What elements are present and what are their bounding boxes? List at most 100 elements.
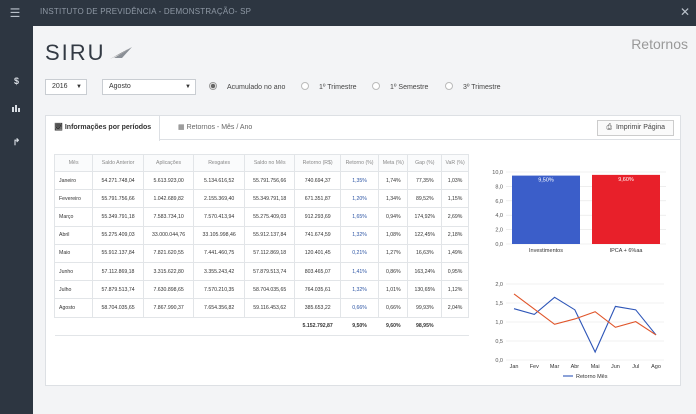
table-cell: 1,74% — [378, 170, 409, 191]
y-tick-label: 2,0 — [495, 282, 503, 288]
bar-value-label: 9,50% — [538, 178, 554, 184]
x-tick-label: Mar — [550, 364, 560, 370]
table-cell: 7.867.990,37 — [142, 298, 195, 318]
table-cell: 55.349.791,18 — [92, 207, 144, 227]
x-tick-label: Jan — [510, 364, 519, 370]
table-cell: 1.042.689,82 — [142, 189, 195, 209]
table-cell: 58.704.035,65 — [92, 298, 144, 318]
table-cell: 16,63% — [407, 243, 443, 263]
month-select[interactable]: Agosto ▼ — [102, 79, 196, 95]
x-category-label: IPCA + 6%aa — [610, 248, 644, 254]
table-cell: 7.441.460,75 — [193, 243, 245, 263]
table-row: Janeiro 54.271.748,04 5.613.923,00 5.134.61… — [53, 170, 469, 191]
share-icon[interactable]: ↱ — [0, 137, 33, 148]
table-cell: 2,18% — [441, 225, 469, 245]
table-cell: 1,12% — [441, 280, 469, 300]
table-cell: 803.465,07 — [294, 261, 341, 282]
radio-1-trimestre[interactable]: 1º Trimestre — [301, 82, 357, 91]
page-title: Retornos — [631, 36, 688, 52]
total-cell — [441, 316, 469, 336]
radio-3-trimestre[interactable]: 3º Trimestre — [445, 82, 501, 91]
radio-acumulado[interactable]: Acumulado no ano — [209, 82, 285, 91]
y-tick-label: 0,5 — [495, 339, 503, 345]
y-tick-label: 1,0 — [495, 320, 503, 326]
column-header: Aplicações — [142, 154, 195, 172]
radio-dot[interactable] — [301, 82, 309, 90]
bar-value-label: 9,60% — [618, 177, 634, 183]
table-cell: 2.155.369,40 — [193, 189, 245, 209]
table-cell: 55.275.409,03 — [243, 207, 296, 227]
y-tick-label: 0,0 — [495, 242, 503, 248]
bar-chart: 0,0 2,0 4,0 6,0 8,0 10,0 9,50% Investimentos 9,6… — [492, 170, 666, 254]
bar — [592, 174, 660, 244]
year-select[interactable]: 2016 ▼ — [45, 79, 87, 95]
totals-row: 5.152.792,87 9,50% 9,60% 98,95% — [54, 316, 469, 336]
table-cell: 1,49% — [441, 243, 469, 263]
table-cell: 89,52% — [407, 189, 443, 209]
table-row: Julho 57.879.513,74 7.630.898,65 7.570.210,… — [53, 280, 469, 300]
table-cell: 55.912.137,84 — [92, 243, 144, 263]
table-cell: 5.134.616,52 — [193, 170, 245, 191]
table-cell: 740.694,37 — [294, 170, 341, 191]
table-cell: 54.271.748,04 — [92, 170, 144, 191]
radio-1-semestre[interactable]: 1º Semestre — [372, 82, 428, 91]
table-cell: 57.879.513,74 — [243, 261, 296, 282]
total-cell: 9,50% — [340, 316, 379, 336]
y-tick-label: 10,0 — [492, 170, 503, 176]
tab-informacoes-periodos[interactable]: 📈︎ Informações por períodos — [46, 116, 161, 141]
x-tick-label: Abr — [571, 364, 580, 370]
total-cell — [92, 316, 144, 336]
table-cell: 0,94% — [378, 207, 409, 227]
print-button[interactable]: ⎙ Imprimir Página — [597, 120, 674, 136]
chevron-down-icon: ▼ — [185, 84, 191, 90]
main-content: SIRU Retornos 2016 ▼ Agosto ▼ Acumulado no… — [33, 26, 696, 414]
results-card: 📈︎ Informações por períodos ▦ Retornos -… — [45, 115, 681, 386]
table-cell: 1,34% — [378, 189, 409, 209]
table-cell: 55.912.137,84 — [243, 225, 296, 245]
bar-chart-icon[interactable] — [0, 104, 33, 114]
column-header: Saldo Anterior — [92, 154, 144, 172]
table-cell: Agosto — [53, 298, 94, 318]
radio-dot[interactable] — [209, 82, 217, 90]
radio-dot[interactable] — [445, 82, 453, 90]
table-cell: 57.112.869,18 — [92, 261, 144, 282]
table-row: Agosto 58.704.035,65 7.867.990,37 7.654.356… — [53, 298, 469, 318]
table-row: Maio 55.912.137,84 7.821.620,55 7.441.460,7… — [53, 243, 469, 263]
tab-retornos-mes-ano[interactable]: ▦ Retornos - Mês / Ano — [170, 116, 260, 140]
table-cell: 2,69% — [441, 207, 469, 227]
table-cell: 3.315.622,80 — [142, 261, 195, 282]
table-cell: Junho — [53, 261, 94, 282]
table-cell: 7.821.620,55 — [142, 243, 195, 263]
table-cell: 1,65% — [339, 207, 380, 227]
series-line — [513, 293, 657, 336]
x-tick-label: Fev — [530, 364, 539, 370]
x-tick-label: Mai — [591, 364, 600, 370]
table-cell: 55.791.756,66 — [243, 170, 296, 191]
table-cell: 1,15% — [441, 189, 469, 209]
table-cell: 57.879.513,74 — [92, 280, 144, 300]
table-cell: 59.116.453,62 — [243, 298, 296, 318]
table-cell: 2,04% — [441, 298, 469, 318]
table-cell: 174,92% — [407, 207, 443, 227]
radio-dot[interactable] — [372, 82, 380, 90]
table-cell: 55.791.756,66 — [92, 189, 144, 209]
close-icon[interactable]: ✕ — [680, 5, 690, 19]
table-cell: 120.401,45 — [294, 243, 341, 263]
table-cell: 7.583.734,10 — [142, 207, 195, 227]
table-row: Abril 55.275.409,03 33.000.044,76 33.105.99… — [53, 225, 469, 245]
menu-icon[interactable]: ☰ — [0, 0, 30, 26]
column-header: Meta (%) — [378, 154, 409, 172]
table-cell: 7.570.210,35 — [193, 280, 245, 300]
total-cell — [244, 316, 295, 336]
returns-table: Mês Saldo Anterior Aplicações Resgates Saldo… — [53, 154, 469, 336]
table-cell: 0,66% — [378, 298, 409, 318]
table-cell: 0,66% — [339, 298, 380, 318]
dollar-icon[interactable]: $ — [0, 76, 33, 86]
y-tick-label: 0,0 — [495, 358, 503, 364]
table-cell: 33.000.044,76 — [142, 225, 195, 245]
table-cell: 58.704.035,65 — [243, 280, 296, 300]
total-cell: 98,95% — [407, 316, 442, 336]
column-header: VaR (%) — [441, 154, 469, 172]
total-cell — [54, 316, 93, 336]
table-cell: 385.653,22 — [294, 298, 341, 318]
